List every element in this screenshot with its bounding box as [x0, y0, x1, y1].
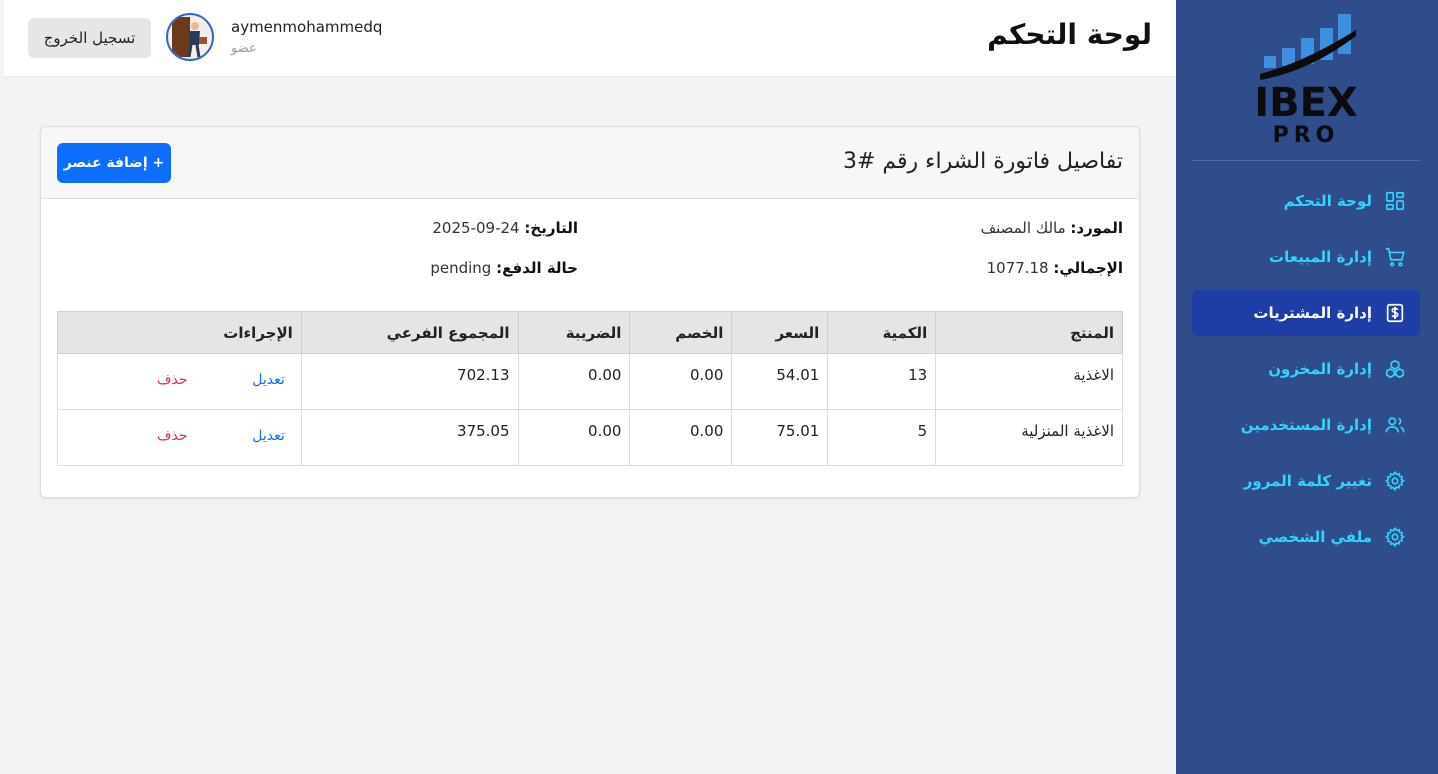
- avatar[interactable]: [166, 13, 214, 61]
- sidebar: IBEX PRO لوحة التحكم إدارة المبيعات إدار…: [1176, 0, 1438, 774]
- sidebar-item-label: إدارة المبيعات: [1269, 248, 1372, 266]
- invoice-card: تفاصيل فاتورة الشراء رقم #3 + إضافة عنصر…: [40, 126, 1140, 498]
- delete-link[interactable]: حذف: [157, 372, 188, 388]
- col-actions: الإجراءات: [57, 311, 302, 354]
- date-info: التاريخ: 24-09-2025: [432, 219, 578, 237]
- svg-text:IBEX: IBEX: [1254, 80, 1358, 126]
- col-price: السعر: [731, 311, 829, 354]
- cell-actions: تعديل حذف: [57, 353, 302, 410]
- total-info: الإجمالي: 1077.18: [987, 259, 1123, 277]
- top-header: لوحة التحكم تسجيل الخروج aymenmohammedq …: [4, 0, 1176, 77]
- gear-icon: [1384, 526, 1405, 548]
- user-name: aymenmohammedq: [231, 18, 383, 36]
- cell-actions: تعديل حذف: [57, 409, 302, 466]
- dashboard-icon: [1385, 191, 1405, 211]
- cell-discount: 0.00: [629, 353, 733, 410]
- card-header: تفاصيل فاتورة الشراء رقم #3 + إضافة عنصر: [41, 127, 1139, 199]
- add-item-button[interactable]: + إضافة عنصر: [57, 143, 171, 183]
- cell-tax: 0.00: [517, 353, 631, 410]
- total-label: الإجمالي:: [1053, 259, 1123, 277]
- cell-tax: 0.00: [517, 409, 631, 466]
- edit-link[interactable]: تعديل: [252, 372, 285, 388]
- cell-quantity: 13: [827, 353, 937, 410]
- col-subtotal: المجموع الفرعي: [300, 311, 519, 354]
- sidebar-item-label: لوحة التحكم: [1283, 192, 1372, 210]
- supplier-label: المورد:: [1070, 219, 1123, 237]
- sidebar-item-label: تغيير كلمة المرور: [1243, 472, 1372, 490]
- logout-button[interactable]: تسجيل الخروج: [28, 18, 151, 58]
- cell-subtotal: 702.13: [300, 353, 519, 410]
- col-discount: الخصم: [629, 311, 733, 354]
- cell-price: 75.01: [731, 409, 829, 466]
- cell-product: الاغذية: [935, 353, 1123, 410]
- page-title: لوحة التحكم: [987, 18, 1152, 51]
- sidebar-divider: [1192, 160, 1420, 161]
- cell-price: 54.01: [731, 353, 829, 410]
- cell-discount: 0.00: [629, 409, 733, 466]
- dollar-icon: [1386, 303, 1404, 323]
- payment-info: حالة الدفع: pending: [430, 259, 578, 277]
- sidebar-item-sales[interactable]: إدارة المبيعات: [1192, 234, 1420, 280]
- cart-icon: [1385, 247, 1405, 267]
- cell-subtotal: 375.05: [300, 409, 519, 466]
- supplier-value: مالك المصنف: [980, 219, 1066, 237]
- sidebar-item-label: إدارة المستخدمين: [1240, 416, 1372, 434]
- sidebar-item-inventory[interactable]: إدارة المخزون: [1192, 346, 1420, 392]
- sidebar-item-label: إدارة المخزون: [1268, 360, 1372, 378]
- sidebar-item-label: إدارة المشتريات: [1253, 304, 1372, 322]
- sidebar-item-dashboard[interactable]: لوحة التحكم: [1192, 178, 1420, 224]
- users-icon: [1385, 417, 1405, 433]
- table-row: الاغذية 13 54.01 0.00 0.00 702.13 تعديل …: [57, 353, 1123, 410]
- cell-product: الاغذية المنزلية: [935, 409, 1123, 466]
- sidebar-item-purchases[interactable]: إدارة المشتريات: [1192, 290, 1420, 336]
- boxes-icon: [1385, 359, 1405, 379]
- items-table: المنتج الكمية السعر الخصم الضريبة المجمو…: [57, 311, 1123, 466]
- ibex-pro-logo: IBEX PRO: [1250, 10, 1362, 150]
- supplier-info: المورد: مالك المصنف: [981, 219, 1123, 237]
- table-row: الاغذية المنزلية 5 75.01 0.00 0.00 375.0…: [57, 409, 1123, 466]
- sidebar-item-change-password[interactable]: تغيير كلمة المرور: [1192, 458, 1420, 504]
- edit-link[interactable]: تعديل: [252, 428, 285, 444]
- gear-icon: [1384, 470, 1405, 492]
- delete-link[interactable]: حذف: [157, 428, 188, 444]
- col-quantity: الكمية: [827, 311, 937, 354]
- col-tax: الضريبة: [517, 311, 631, 354]
- date-value: 24-09-2025: [432, 219, 520, 237]
- table-header-row: المنتج الكمية السعر الخصم الضريبة المجمو…: [57, 311, 1123, 354]
- sidebar-item-profile[interactable]: ملفي الشخصي: [1192, 514, 1420, 560]
- sidebar-item-label: ملفي الشخصي: [1258, 528, 1372, 546]
- col-product: المنتج: [935, 311, 1123, 354]
- sidebar-item-users[interactable]: إدارة المستخدمين: [1192, 402, 1420, 448]
- total-value: 1077.18: [986, 259, 1049, 277]
- date-label: التاريخ:: [524, 219, 578, 237]
- invoice-title: تفاصيل فاتورة الشراء رقم #3: [842, 149, 1123, 174]
- user-role: عضو: [231, 41, 257, 56]
- payment-value: pending: [430, 259, 492, 277]
- payment-label: حالة الدفع:: [496, 259, 578, 277]
- cell-quantity: 5: [827, 409, 937, 466]
- svg-text:PRO: PRO: [1273, 123, 1340, 148]
